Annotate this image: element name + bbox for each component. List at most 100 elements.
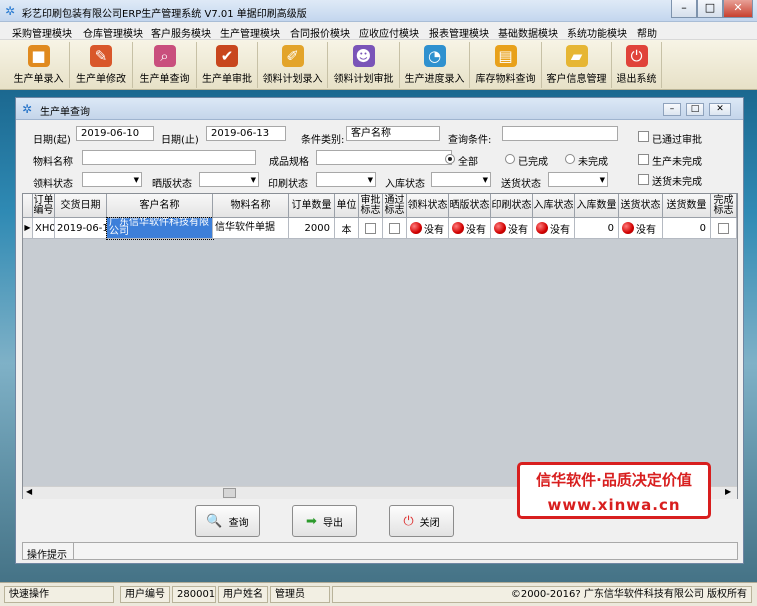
stock-status-select[interactable]: ▼ — [431, 172, 491, 187]
stack-icon: ▤ — [494, 45, 517, 67]
toolbar-button-9[interactable]: ⏻ 退出系统 — [612, 42, 662, 88]
col-approval-flag-header[interactable]: 审批标志 — [359, 194, 383, 218]
toolbar-button-5[interactable]: ☻ 领料计划审批 — [328, 42, 400, 88]
col-ship-qty-cell[interactable]: 0 — [663, 218, 711, 239]
date-from-label: 日期(起) — [33, 135, 71, 146]
toolbar-button-1[interactable]: ✎ 生产单修改 — [70, 42, 133, 88]
toolbar-button-4[interactable]: ✐ 领料计划录入 — [258, 42, 328, 88]
print-status-select[interactable]: ▼ — [316, 172, 376, 187]
col-order-no-cell[interactable]: XH025 — [33, 218, 55, 239]
radio-done[interactable] — [505, 154, 515, 164]
col-approval-flag-cell[interactable] — [359, 218, 383, 239]
toolbar-label: 生产进度录入 — [404, 74, 465, 85]
scroll-left-icon[interactable]: ◀ — [26, 487, 32, 496]
col-stock-qty-header[interactable]: 入库数量 — [575, 194, 619, 218]
col-stock-status-cell[interactable]: 没有 — [533, 218, 575, 239]
col-qty-cell[interactable]: 2000 — [289, 218, 335, 239]
date-to-input[interactable]: 2019-06-13 — [206, 126, 286, 141]
menu-receivable[interactable]: 应收应付模块 — [359, 25, 419, 40]
export-button[interactable]: ➡ 导出 — [292, 505, 357, 537]
magnifier-icon: 🔍 — [206, 513, 223, 529]
dialog-close-button[interactable]: ✕ — [709, 103, 731, 116]
row-checkbox[interactable] — [718, 222, 729, 234]
radio-undone[interactable] — [565, 154, 575, 164]
dialog-maximize-button[interactable]: □ — [686, 103, 704, 116]
close-window-button[interactable]: ✕ — [723, 0, 753, 18]
query-condition-label: 查询条件: — [448, 135, 492, 146]
col-delivery-date-cell[interactable]: 2019-06-14 — [55, 218, 107, 239]
menu-production[interactable]: 生产管理模块 — [220, 25, 280, 40]
col-done-flag-header[interactable]: 完成标志 — [711, 194, 737, 218]
col-print-status-cell[interactable]: 没有 — [491, 218, 533, 239]
material-input[interactable] — [82, 150, 256, 165]
condition-type-select[interactable]: 客户名称 — [346, 126, 440, 141]
menu-warehouse[interactable]: 仓库管理模块 — [83, 25, 143, 40]
close-button[interactable]: ⏻ 关闭 — [389, 505, 454, 537]
col-pass-flag-header[interactable]: 通过标志 — [383, 194, 407, 218]
row-checkbox[interactable] — [365, 222, 376, 234]
col-qty-header[interactable]: 订单数量 — [289, 194, 335, 218]
col-ship-status-header[interactable]: 送货状态 — [619, 194, 663, 218]
col-done-flag-cell[interactable] — [711, 218, 737, 239]
toolbar-button-6[interactable]: ◔ 生产进度录入 — [400, 42, 470, 88]
col-material-header[interactable]: 物料名称 — [213, 194, 289, 218]
col-sun-status-cell[interactable]: 没有 — [449, 218, 491, 239]
user-name-value: 管理员 — [270, 586, 330, 603]
col-pass-flag-cell[interactable] — [383, 218, 407, 239]
users-icon: ☻ — [352, 45, 375, 67]
toolbar-button-0[interactable]: ■ 生产单录入 — [8, 42, 70, 88]
ship-status-select[interactable]: ▼ — [548, 172, 608, 187]
approved-checkbox[interactable] — [638, 131, 649, 142]
stock-status-label: 入库状态 — [385, 179, 425, 190]
scroll-thumb[interactable] — [223, 488, 236, 498]
box-icon: ■ — [27, 45, 50, 67]
cell-text: 0 — [607, 222, 614, 234]
toolbar-button-2[interactable]: ⌕ 生产单查询 — [133, 42, 197, 88]
menu-purchase[interactable]: 采购管理模块 — [12, 25, 72, 40]
col-pick-status-header[interactable]: 领料状态 — [407, 194, 449, 218]
menu-basic-data[interactable]: 基础数据模块 — [498, 25, 558, 40]
banner-url: www.xinwa.cn — [547, 496, 681, 514]
col-unit-header[interactable]: 单位 — [335, 194, 359, 218]
toolbar-button-7[interactable]: ▤ 库存物料查询 — [470, 42, 542, 88]
menu-contract[interactable]: 合同报价模块 — [290, 25, 350, 40]
production-undone-checkbox[interactable] — [638, 154, 649, 165]
status-text: 没有 — [424, 224, 444, 236]
scroll-right-icon[interactable]: ▶ — [725, 487, 731, 496]
col-unit-cell[interactable]: 本 — [335, 218, 359, 239]
radio-all[interactable] — [445, 154, 455, 164]
col-sun-status-header[interactable]: 晒版状态 — [449, 194, 491, 218]
sun-status-select[interactable]: ▼ — [199, 172, 259, 187]
radio-undone-label: 未完成 — [578, 157, 608, 168]
ship-undone-checkbox[interactable] — [638, 174, 649, 185]
col-material-cell[interactable]: 信华软件单据 — [213, 218, 289, 239]
toolbar-button-8[interactable]: ▰ 客户信息管理 — [542, 42, 612, 88]
col-delivery-date-header[interactable]: 交货日期 — [55, 194, 107, 218]
toolbar-button-3[interactable]: ✔ 生产单审批 — [197, 42, 258, 88]
pick-status-select[interactable]: ▼ — [82, 172, 142, 187]
col-ship-qty-header[interactable]: 送货数量 — [663, 194, 711, 218]
maximize-button[interactable]: □ — [697, 0, 723, 18]
spec-label: 成品规格 — [269, 157, 309, 168]
toolbar-label: 客户信息管理 — [546, 74, 607, 85]
menu-help[interactable]: 帮助 — [637, 25, 657, 40]
query-condition-input[interactable] — [502, 126, 618, 141]
col-pick-status-cell[interactable]: 没有 — [407, 218, 449, 239]
col-print-status-header[interactable]: 印刷状态 — [491, 194, 533, 218]
col-stock-qty-cell[interactable]: 0 — [575, 218, 619, 239]
dialog-minimize-button[interactable]: – — [663, 103, 681, 116]
col-ship-status-cell[interactable]: 没有 — [619, 218, 663, 239]
col-order-no-header[interactable]: 订单编号 — [33, 194, 55, 218]
query-button[interactable]: 🔍 查询 — [195, 505, 260, 537]
col-stock-status-header[interactable]: 入库状态 — [533, 194, 575, 218]
cell-text: 2000 — [304, 222, 330, 234]
row-checkbox[interactable] — [389, 222, 400, 234]
menu-reports[interactable]: 报表管理模块 — [429, 25, 489, 40]
menu-customer-service[interactable]: 客户服务模块 — [151, 25, 211, 40]
minimize-button[interactable]: – — [671, 0, 697, 18]
col-customer-cell[interactable]: 广东信华软件科技有限公司 — [106, 217, 214, 240]
col-customer-header[interactable]: 客户名称 — [107, 194, 213, 218]
spec-input[interactable] — [316, 150, 452, 165]
date-from-input[interactable]: 2019-06-10 — [76, 126, 154, 141]
menu-system[interactable]: 系统功能模块 — [567, 25, 627, 40]
